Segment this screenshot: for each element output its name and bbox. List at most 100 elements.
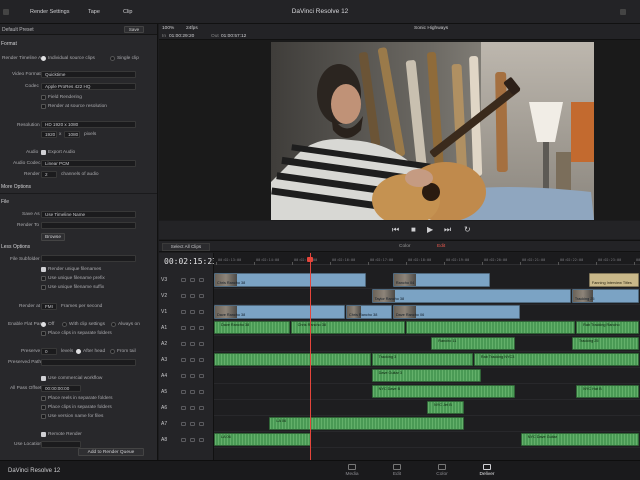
audio-clip[interactable]: Chris Rancho 38 xyxy=(290,321,405,334)
unique-prefix-checkbox[interactable] xyxy=(41,276,46,281)
video-clip[interactable]: Fanning Interview Titles xyxy=(588,273,639,287)
unique-suffix-checkbox[interactable] xyxy=(41,285,46,290)
track-lock-icon[interactable] xyxy=(181,294,186,298)
timeline-timecode[interactable]: 00:02:15:23 xyxy=(164,257,217,266)
codec-select[interactable]: Apple ProRes 422 HQ xyxy=(41,83,136,90)
render-source-resolution-checkbox[interactable] xyxy=(41,104,46,109)
audio-clip[interactable]: NYC Dave B xyxy=(371,385,516,398)
track-enable-icon[interactable] xyxy=(190,390,195,394)
page-tab-edit[interactable]: Edit xyxy=(377,464,417,477)
page-tab-media[interactable]: Media xyxy=(332,464,372,477)
track-solo-icon[interactable] xyxy=(199,374,204,378)
jump-start-button[interactable]: ⏮ xyxy=(392,225,399,235)
fullscreen-icon[interactable] xyxy=(620,9,626,15)
track-lock-icon[interactable] xyxy=(181,438,186,442)
browse-button[interactable]: Browse xyxy=(41,233,65,241)
track-solo-icon[interactable] xyxy=(199,358,204,362)
out-timecode[interactable]: 01:00:57:12 xyxy=(221,34,246,39)
zoom-select[interactable]: 100% xyxy=(162,26,174,31)
preserve-levels-input[interactable]: 0 xyxy=(41,348,57,355)
place-reels-checkbox[interactable] xyxy=(41,396,46,401)
audio-clip[interactable] xyxy=(405,321,576,334)
track-solo-icon[interactable] xyxy=(199,422,204,426)
preset-name[interactable]: Default Preset xyxy=(2,27,34,33)
audio-clip[interactable]: NYC Jet B xyxy=(427,401,465,414)
audio-clip[interactable]: Tracking 25 xyxy=(571,337,639,350)
track-enable-icon[interactable] xyxy=(190,342,195,346)
audio-clip[interactable]: NYC Dave Guitar xyxy=(520,433,639,446)
flat-pass-always-radio[interactable] xyxy=(111,322,116,327)
video-frame[interactable] xyxy=(271,42,594,220)
video-clip[interactable]: Dave Rancho 38 xyxy=(214,305,346,319)
file-subfolder-input[interactable] xyxy=(41,255,136,262)
video-clip[interactable]: Taylor Rancho 38 xyxy=(371,289,571,303)
track-solo-icon[interactable] xyxy=(199,294,204,298)
track-lock-icon[interactable] xyxy=(181,422,186,426)
in-timecode[interactable]: 01:00:29:20 xyxy=(169,34,194,39)
after-head-radio[interactable] xyxy=(76,349,81,354)
resolution-select[interactable]: HD 1920 x 1080 xyxy=(41,121,136,128)
individual-clips-radio[interactable] xyxy=(41,56,46,61)
audio-codec-select[interactable]: Linear PCM xyxy=(41,160,136,167)
all-pass-offset-input[interactable]: 00:00:00:00 xyxy=(41,385,81,392)
page-tab-color[interactable]: Color xyxy=(422,464,462,477)
audio-clip[interactable] xyxy=(214,353,371,366)
remote-render-checkbox[interactable] xyxy=(41,432,46,437)
track-enable-icon[interactable] xyxy=(190,310,195,314)
version-name-checkbox[interactable] xyxy=(41,414,46,419)
video-clip[interactable]: Chris Rancho 38 xyxy=(346,305,392,319)
select-all-clips-button[interactable]: Select All Clips xyxy=(162,243,210,251)
place-clips-folders-checkbox[interactable] xyxy=(41,405,46,410)
jump-end-button[interactable]: ⏭ xyxy=(444,225,451,235)
play-button[interactable]: ▶ xyxy=(427,225,433,234)
track-solo-icon[interactable] xyxy=(199,326,204,330)
add-to-render-queue-button[interactable]: Add to Render Queue xyxy=(78,448,144,456)
track-solo-icon[interactable] xyxy=(199,342,204,346)
track-enable-icon[interactable] xyxy=(190,406,195,410)
video-format-select[interactable]: Quicktime xyxy=(41,71,136,78)
timeline-ruler[interactable]: 00:02:13:00 00:02:14:00 00:02:15:00 00:02:1… xyxy=(214,253,640,265)
track-enable-icon[interactable] xyxy=(190,422,195,426)
track-enable-icon[interactable] xyxy=(190,326,195,330)
timeline-tracks[interactable]: 00:02:13:00 00:02:14:00 00:02:15:00 00:02:1… xyxy=(214,253,640,460)
audio-clip[interactable]: Rancho 11 xyxy=(431,337,516,350)
video-clip[interactable]: Chris Rancho 38 xyxy=(214,273,367,287)
preserved-path-input[interactable] xyxy=(41,359,136,366)
track-lock-icon[interactable] xyxy=(181,342,186,346)
more-options-toggle[interactable]: More Options xyxy=(1,184,31,190)
single-clip-radio[interactable] xyxy=(110,56,115,61)
track-solo-icon[interactable] xyxy=(199,438,204,442)
audio-channels-select[interactable]: 2 xyxy=(41,171,57,178)
tab-color[interactable]: Color xyxy=(399,244,410,249)
audio-clip[interactable]: LA 06 xyxy=(214,433,311,446)
track-enable-icon[interactable] xyxy=(190,438,195,442)
track-lock-icon[interactable] xyxy=(181,310,186,314)
track-lock-icon[interactable] xyxy=(181,358,186,362)
less-options-toggle[interactable]: Less Options xyxy=(1,244,30,250)
video-clip[interactable]: Tracking 25 xyxy=(571,289,639,303)
field-rendering-checkbox[interactable] xyxy=(41,95,46,100)
track-solo-icon[interactable] xyxy=(199,390,204,394)
track-solo-icon[interactable] xyxy=(199,310,204,314)
audio-clip[interactable]: Dave Guitar 3 xyxy=(371,369,482,382)
track-enable-icon[interactable] xyxy=(190,358,195,362)
track-lock-icon[interactable] xyxy=(181,374,186,378)
save-as-select[interactable]: Use Timeline Name xyxy=(41,211,136,218)
video-clip[interactable]: Rancho 04 xyxy=(392,273,490,287)
audio-clip[interactable]: Tracking 3 xyxy=(371,353,473,366)
video-clip[interactable]: Dave Rancho 06 xyxy=(392,305,520,319)
flat-pass-clip-radio[interactable] xyxy=(62,322,67,327)
loop-button[interactable]: ↻ xyxy=(464,225,471,234)
save-preset-button[interactable]: Save xyxy=(124,26,144,33)
track-enable-icon[interactable] xyxy=(190,374,195,378)
commercial-workflow-checkbox[interactable] xyxy=(41,376,46,381)
audio-clip[interactable]: Rab Tracking Rancho xyxy=(576,321,639,334)
render-fps-select[interactable]: FMI xyxy=(41,303,57,310)
track-lock-icon[interactable] xyxy=(181,406,186,410)
track-enable-icon[interactable] xyxy=(190,278,195,282)
track-solo-icon[interactable] xyxy=(199,406,204,410)
track-enable-icon[interactable] xyxy=(190,294,195,298)
resolution-width-input[interactable]: 1920 xyxy=(41,131,57,138)
render-to-input[interactable] xyxy=(41,222,136,229)
page-tab-deliver[interactable]: Deliver xyxy=(467,464,507,477)
